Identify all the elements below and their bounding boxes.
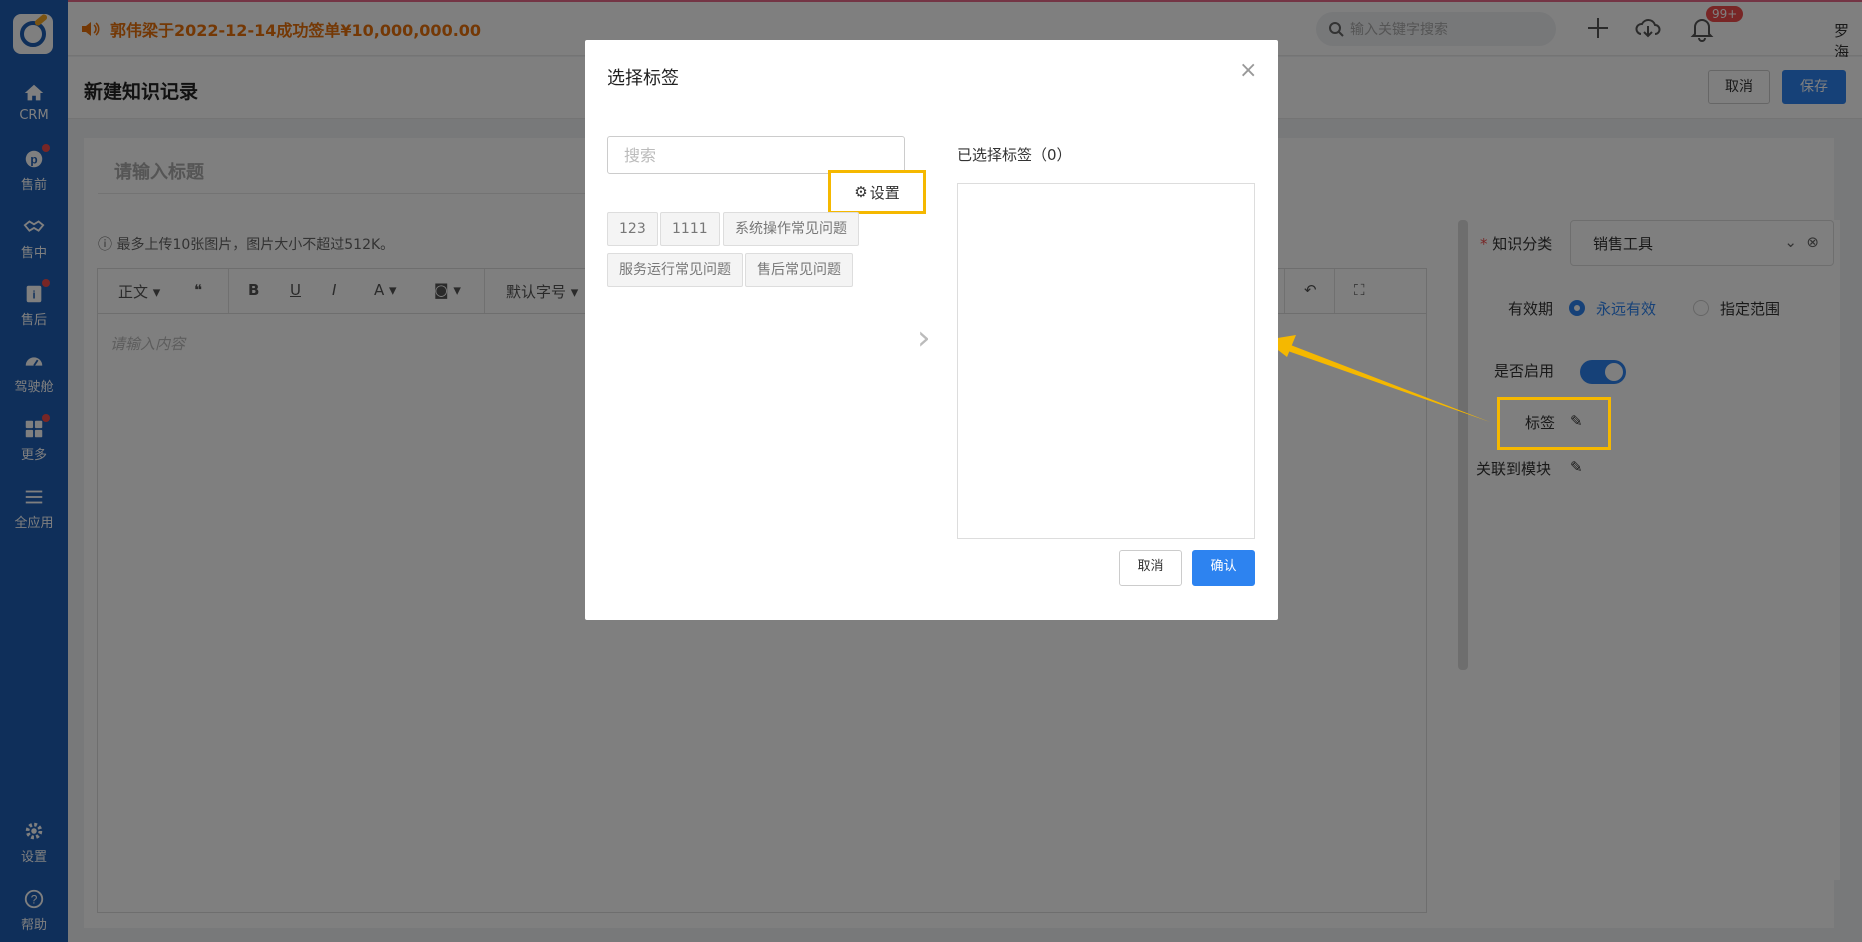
tag-option[interactable]: 系统操作常见问题 bbox=[723, 212, 859, 246]
tag-settings-button[interactable]: ⚙ 设置 bbox=[828, 170, 926, 214]
tag-option[interactable]: 售后常见问题 bbox=[745, 253, 853, 287]
tag-option[interactable]: 1111 bbox=[660, 212, 720, 246]
chevron-right-icon[interactable]: › bbox=[917, 318, 931, 358]
selected-tags-label: 已选择标签（0） bbox=[957, 146, 1072, 164]
tag-option[interactable]: 服务运行常见问题 bbox=[607, 253, 743, 287]
close-icon[interactable]: × bbox=[1239, 58, 1257, 83]
modal-confirm-button[interactable]: 确认 bbox=[1192, 550, 1255, 586]
gear-icon: ⚙ bbox=[854, 183, 868, 201]
tag-settings-label: 设置 bbox=[869, 183, 900, 202]
select-tags-modal: 选择标签 × ⚙ 设置 123 1111 系统操作常见问题 服务运行常见问题 售… bbox=[585, 40, 1278, 620]
modal-cancel-button[interactable]: 取消 bbox=[1119, 550, 1182, 586]
modal-title: 选择标签 bbox=[607, 68, 679, 89]
tag-search-input[interactable] bbox=[607, 136, 905, 174]
tag-option[interactable]: 123 bbox=[607, 212, 658, 246]
selected-tags-box bbox=[957, 183, 1255, 539]
